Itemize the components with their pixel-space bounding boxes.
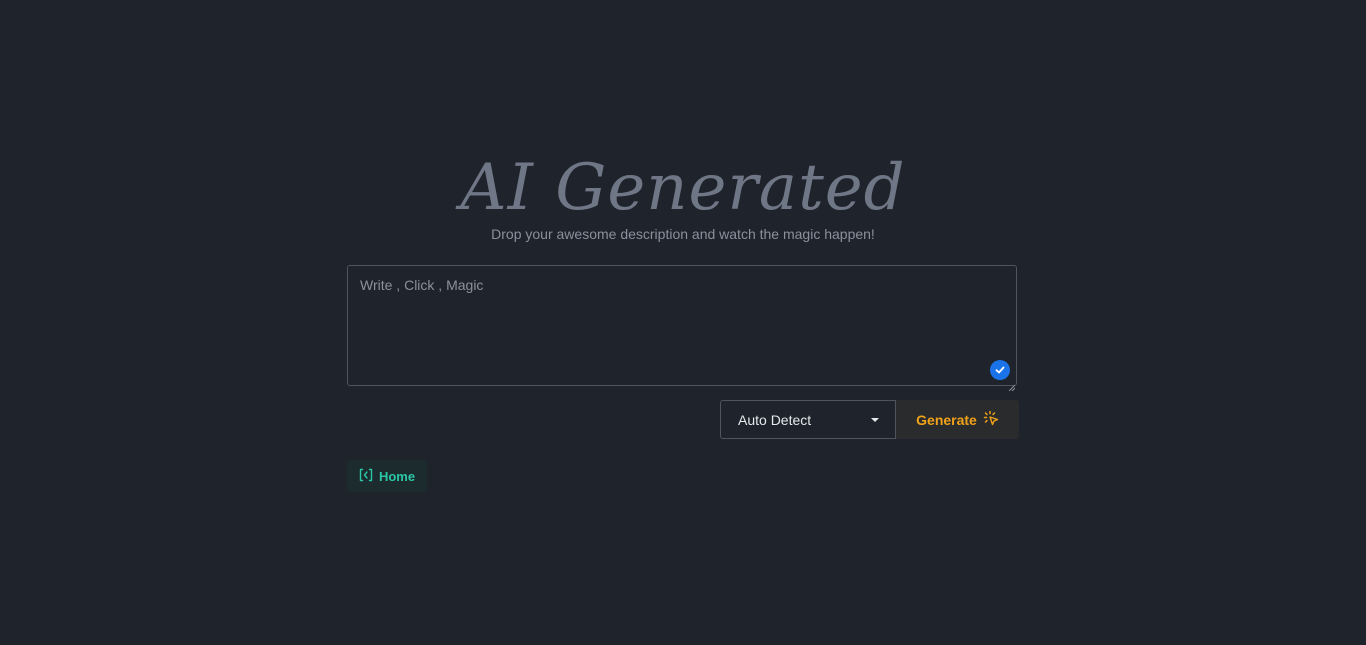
resize-grip-icon[interactable]: [1008, 378, 1016, 392]
page-title: AI Generated: [460, 151, 906, 225]
language-select[interactable]: Auto Detect: [720, 400, 896, 439]
page: AI Generated Drop your awesome descripti…: [0, 0, 1366, 645]
page-subtitle: Drop your awesome description and watch …: [491, 226, 875, 242]
home-button-label: Home: [378, 468, 416, 484]
prompt-textarea[interactable]: [348, 266, 1016, 385]
sparkle-cursor-icon: [983, 410, 999, 429]
prompt-container: [347, 265, 1017, 392]
code-brackets-icon: [359, 468, 373, 485]
generate-button[interactable]: Generate: [896, 400, 1019, 439]
check-icon[interactable]: [990, 360, 1010, 380]
home-button[interactable]: Home: [347, 460, 427, 492]
language-select-value: Auto Detect: [738, 411, 812, 428]
chevron-down-icon: [871, 417, 879, 422]
generate-button-label: Generate: [916, 411, 977, 428]
